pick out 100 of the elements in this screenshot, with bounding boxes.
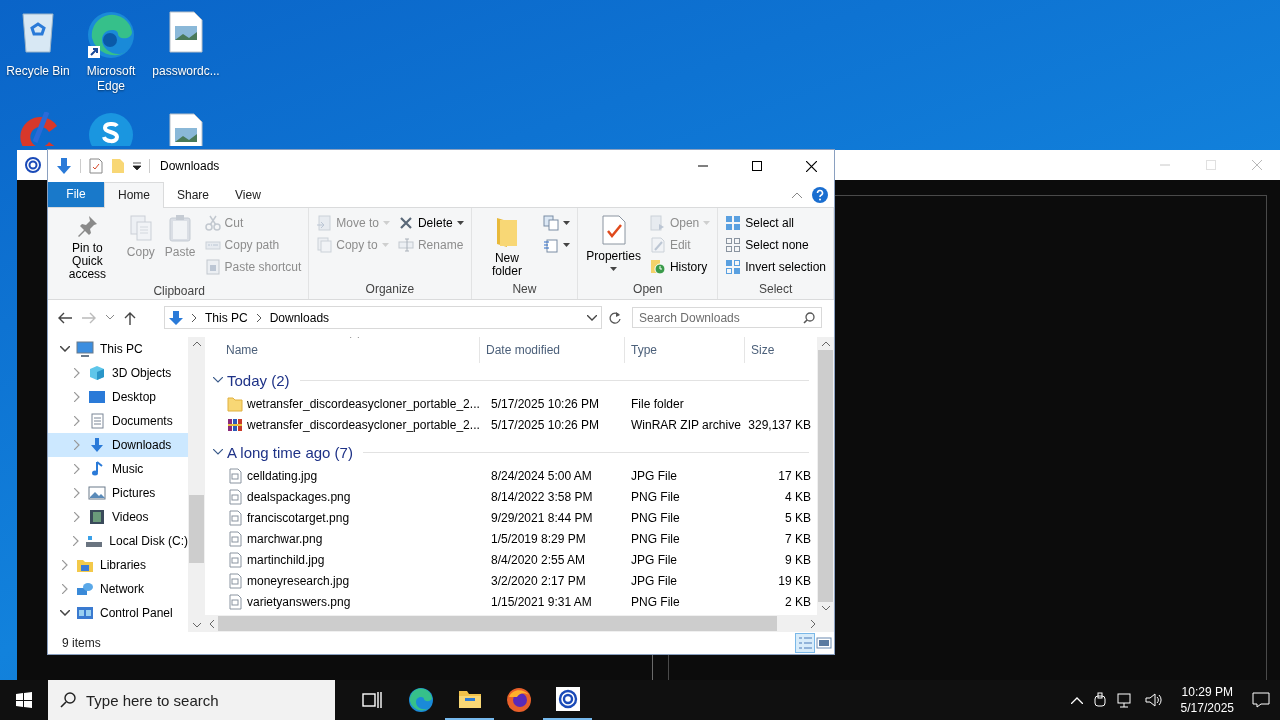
file-name[interactable]: celldating.jpg: [247, 468, 318, 483]
file-name[interactable]: varietyanswers.png: [247, 594, 351, 609]
disk-icon: [85, 533, 104, 549]
invert-selection-icon: [725, 258, 742, 275]
group-header[interactable]: A long time ago (7): [227, 443, 353, 461]
spiral-icon: [25, 157, 41, 173]
file-name[interactable]: marchwar.png: [247, 531, 323, 546]
cube-icon: [88, 365, 106, 381]
scrollbar-thumb[interactable]: [189, 495, 204, 563]
ribbon-tab[interactable]: View: [222, 183, 274, 207]
scrollbar[interactable]: [188, 337, 205, 632]
ribbon-tab[interactable]: Share: [164, 183, 223, 207]
type-cell: PNG File: [631, 489, 680, 504]
image-file-icon: [227, 593, 243, 610]
type-cell: PNG File: [631, 510, 680, 525]
chevron-down-icon: [106, 315, 114, 320]
nav-item[interactable]: Control Panel: [48, 601, 188, 625]
maximize-icon: [1206, 160, 1216, 170]
group-header[interactable]: Today (2): [227, 371, 290, 389]
scrollbar[interactable]: [817, 337, 834, 615]
edge-icon[interactable]: [86, 10, 136, 60]
document-icon: [88, 413, 106, 429]
column-header[interactable]: Date modified: [480, 337, 625, 363]
date-cell: 5/17/2025 10:26 PM: [491, 417, 600, 432]
file-name[interactable]: wetransfer_discordeasycloner_portable_2...: [247, 417, 480, 432]
computer-icon: [76, 341, 94, 357]
scrollbar-thumb[interactable]: [218, 616, 777, 631]
download-icon: [88, 437, 106, 453]
scrollbar[interactable]: [205, 615, 834, 632]
image-file-icon: [227, 488, 243, 505]
ribbon-button[interactable]: Select none: [722, 235, 829, 254]
breadcrumb[interactable]: Downloads: [269, 310, 330, 325]
chevron-down-icon: [587, 314, 597, 321]
nav-item[interactable]: Music: [48, 457, 188, 481]
address-bar[interactable]: This PC Downloads: [164, 306, 602, 329]
select-none-icon: [725, 236, 742, 253]
nav-item[interactable]: Pictures: [48, 481, 188, 505]
details-view-icon: [796, 634, 814, 652]
nav-item[interactable]: Downloads: [48, 433, 188, 457]
search-field[interactable]: Search Downloads: [633, 308, 803, 327]
image-file-icon: [227, 530, 243, 547]
copy-to-icon: [316, 236, 333, 253]
move-icon: [316, 214, 333, 231]
file-name[interactable]: dealspackages.png: [247, 489, 351, 504]
skype-icon[interactable]: [88, 112, 134, 146]
ribbon-button[interactable]: Pin to Quick access: [54, 212, 121, 283]
close-icon: [805, 160, 817, 172]
chevron-right-icon: [74, 392, 80, 402]
edit-icon: [649, 236, 666, 253]
size-cell: 329,137 KB: [748, 417, 811, 432]
desktop-icon-label[interactable]: Microsoft Edge: [73, 64, 149, 94]
search-box[interactable]: Type here to search: [48, 680, 335, 720]
column-header[interactable]: Name: [226, 337, 480, 363]
nav-item[interactable]: Network: [48, 577, 188, 601]
size-cell: 7 KB: [785, 531, 811, 546]
search-icon: [803, 311, 815, 324]
scrollbar-thumb[interactable]: [818, 350, 833, 602]
image-file-icon[interactable]: [168, 112, 204, 146]
desktop-icon-label[interactable]: Recycle Bin: [6, 64, 70, 79]
nav-item[interactable]: 3D Objects: [48, 361, 188, 385]
ribbon-button[interactable]: New folder: [475, 212, 539, 281]
search-field[interactable]: Type here to search: [86, 682, 335, 718]
nav-item[interactable]: Documents: [48, 409, 188, 433]
ribbon-button[interactable]: Properties: [582, 212, 645, 281]
column-header[interactable]: Size: [745, 337, 799, 363]
file-name[interactable]: martinchild.jpg: [247, 552, 325, 567]
file-name[interactable]: franciscotarget.png: [247, 510, 350, 525]
chevron-right-icon: [74, 488, 80, 498]
ribbon-button[interactable]: Delete: [394, 213, 467, 232]
ribbon-tab[interactable]: Home: [104, 182, 164, 208]
chevron-left-icon: [209, 619, 214, 628]
search-box[interactable]: Search Downloads: [632, 307, 822, 328]
file-name[interactable]: wetransfer_discordeasycloner_portable_2...: [247, 396, 480, 411]
new-item-icon: [543, 214, 560, 231]
refresh-icon: [608, 310, 622, 325]
ribbon-button[interactable]: Select all: [722, 213, 829, 232]
forward-icon: [82, 311, 96, 324]
ribbon-button[interactable]: Invert selection: [722, 257, 829, 276]
properties-icon: [89, 158, 103, 174]
image-file-icon[interactable]: [168, 10, 204, 54]
clock[interactable]: 10:29 PM 5/17/2025: [1172, 684, 1242, 716]
nav-item[interactable]: Videos: [48, 505, 188, 529]
collapse-ribbon-icon: [792, 191, 802, 198]
desktop-icon-label[interactable]: passwordc...: [152, 64, 220, 79]
ribbon-button[interactable]: History: [646, 257, 714, 276]
ribbon-group-label: Open: [632, 281, 664, 298]
nav-item[interactable]: Desktop: [48, 385, 188, 409]
date-cell: 8/4/2020 2:55 AM: [491, 552, 586, 567]
desktop-icon: [88, 389, 106, 405]
nav-item[interactable]: This PC: [48, 337, 188, 361]
chevron-right-icon: [74, 440, 80, 450]
back-icon: [58, 311, 72, 324]
nav-item[interactable]: Local Disk (C:): [48, 529, 188, 553]
nav-item[interactable]: Libraries: [48, 553, 188, 577]
ribbon-tab[interactable]: File: [48, 182, 104, 207]
window-title: Downloads: [160, 159, 220, 173]
breadcrumb[interactable]: This PC: [205, 310, 248, 325]
folder-icon: [111, 158, 125, 174]
column-header[interactable]: Type: [625, 337, 745, 363]
file-name[interactable]: moneyresearch.jpg: [247, 573, 350, 588]
